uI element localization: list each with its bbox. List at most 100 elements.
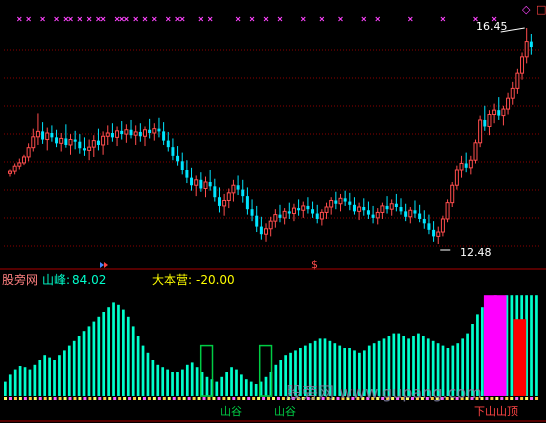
top-mark-icon [16, 16, 22, 22]
baseline-block [500, 397, 504, 400]
stock-chart[interactable] [0, 0, 546, 423]
baseline-block [98, 397, 102, 400]
candle-body [348, 201, 352, 205]
baseline-block [192, 397, 196, 400]
top-mark-icon [119, 16, 125, 22]
baseline-block [118, 397, 122, 400]
baseline-block [58, 397, 62, 400]
candle-body [96, 140, 100, 145]
close-icon[interactable]: □ [536, 4, 546, 16]
candle-body [399, 207, 403, 212]
top-mark-icon [26, 16, 31, 22]
top-mark-icon [40, 16, 45, 22]
candle-body [352, 204, 356, 212]
peak-bar [249, 381, 253, 396]
baseline-block [252, 397, 256, 400]
candle-body [91, 140, 96, 148]
camp-label: 大本营: [152, 273, 193, 287]
candle-body [315, 213, 319, 219]
candle-body [329, 199, 334, 208]
candle-body [291, 207, 296, 215]
candle-body [26, 147, 31, 158]
peak-bar [102, 312, 106, 396]
baseline-block [142, 397, 146, 400]
baseline-block [28, 397, 32, 400]
peak-bar [48, 357, 51, 396]
watermark: 股旁网 www.gupang.com [286, 383, 482, 402]
baseline-block [103, 397, 107, 400]
peak-bar [244, 379, 248, 396]
peak-bar [151, 360, 155, 396]
peak-bar [156, 364, 160, 396]
candle-body [226, 192, 231, 201]
candle-body [241, 189, 245, 197]
top-mark-icon [249, 16, 255, 22]
baseline-block [177, 397, 181, 400]
peak-bar [264, 376, 268, 396]
candle-body [157, 128, 161, 132]
candle-body [311, 209, 315, 214]
baseline-block [272, 397, 275, 400]
candle-body [213, 186, 217, 198]
candle-body [371, 214, 375, 218]
candle-body [64, 138, 68, 145]
peak-bar [131, 326, 135, 396]
peak-bar [8, 374, 12, 396]
top-mark-icon [151, 16, 157, 22]
baseline-block [93, 397, 97, 400]
top-mark-icon [235, 16, 241, 22]
candle-body [55, 137, 59, 144]
baseline-block [242, 397, 246, 400]
bottom-right-label: 下山山顶 [474, 405, 518, 418]
candle-body [445, 202, 450, 220]
baseline-block [73, 397, 77, 400]
candle-body [497, 110, 501, 116]
peak-bar [254, 384, 258, 396]
candle-body [319, 211, 324, 220]
peak-label: 山峰: [42, 273, 71, 287]
candle-body [389, 203, 394, 210]
candle-body [362, 207, 366, 211]
valley-label-2: 山谷 [274, 405, 296, 418]
peak-bar [126, 316, 130, 396]
peak-bar [215, 381, 219, 396]
baseline-block [138, 397, 141, 400]
peak-bar [230, 367, 233, 396]
peak-bar [97, 316, 101, 396]
peak-bar [82, 331, 86, 396]
top-mark-icon [198, 16, 204, 22]
candle-body [366, 210, 370, 215]
candle-body [245, 196, 249, 210]
low-price-label: 12.48 [460, 246, 492, 259]
candle-body [404, 211, 408, 217]
baseline-block [247, 397, 251, 400]
baseline-block [490, 397, 494, 400]
candle-body [138, 131, 142, 137]
top-mark-icon [133, 16, 139, 22]
peak-bar [77, 336, 81, 396]
diamond-toggle-icon[interactable]: ◇ [522, 4, 530, 16]
candle-body [440, 218, 445, 233]
baseline-block [281, 397, 285, 400]
baseline-block [222, 397, 226, 400]
baseline-block [187, 397, 191, 400]
candle-body [45, 132, 50, 141]
candle-body [450, 184, 455, 204]
left-marker-icon [100, 262, 104, 268]
candle-body [529, 41, 533, 48]
candle-body [142, 129, 147, 137]
baseline-block [53, 397, 57, 400]
candle-body [473, 142, 478, 161]
peak-bar [166, 369, 169, 396]
baseline-block [43, 397, 47, 400]
candle-body [468, 159, 473, 169]
top-mark-icon [124, 16, 129, 22]
candle-body [171, 147, 175, 156]
candle-body [478, 119, 483, 144]
baseline-block [520, 397, 524, 400]
peak-bar [171, 372, 174, 396]
top-mark-icon [86, 16, 92, 22]
top-mark-icon [114, 16, 120, 22]
baseline-block [510, 397, 514, 400]
indicator-name: 股旁网 [2, 273, 39, 287]
